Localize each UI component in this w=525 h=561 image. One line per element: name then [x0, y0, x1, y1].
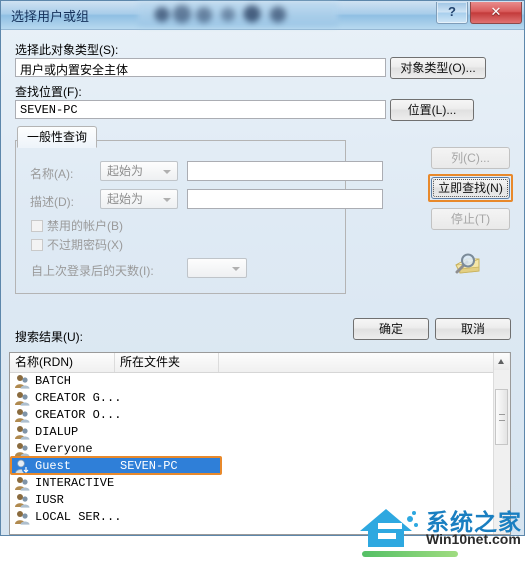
- columns-button[interactable]: 列(C)...: [431, 147, 510, 169]
- object-types-button[interactable]: 对象类型(O)...: [390, 57, 486, 79]
- find-now-button[interactable]: 立即查找(N): [431, 177, 510, 199]
- group-icon: [14, 408, 31, 423]
- group-icon: [14, 476, 31, 491]
- description-label: 描述(D):: [30, 195, 74, 209]
- watermark: 系统之家 Win10net.com: [356, 499, 524, 561]
- column-header-name[interactable]: 名称(RDN): [10, 353, 115, 372]
- focus-ring: [433, 179, 508, 197]
- scrollbar-thumb[interactable]: [495, 389, 508, 445]
- group-icon: [14, 374, 31, 389]
- user-icon: [14, 459, 31, 474]
- chevron-down-icon: [163, 198, 171, 202]
- name-input[interactable]: [187, 161, 383, 181]
- group-icon: [14, 425, 31, 440]
- chevron-down-icon: [232, 267, 240, 271]
- grip-icon: [499, 414, 505, 421]
- row-name: CREATOR G...: [35, 391, 122, 405]
- tab-common-queries[interactable]: 一般性查询: [17, 126, 98, 148]
- description-condition-value: 起始为: [107, 192, 144, 206]
- search-results-label: 搜索结果(U):: [15, 330, 83, 344]
- group-icon: [14, 442, 31, 457]
- row-name: DIALUP: [35, 425, 79, 439]
- object-type-field[interactable]: 用户或内置安全主体: [15, 58, 386, 77]
- group-icon: [14, 493, 31, 508]
- disabled-accounts-label: 禁用的帐户(B): [47, 219, 123, 233]
- title-bar: 选择用户或组 ? ✕: [1, 1, 524, 30]
- row-name: Everyone: [35, 442, 93, 456]
- object-type-label: 选择此对象类型(S):: [15, 43, 119, 57]
- watermark-en-text: Win10net.com: [426, 531, 521, 547]
- chevron-down-icon: [163, 170, 171, 174]
- blurred-title-region: [138, 3, 338, 26]
- name-label: 名称(A):: [30, 167, 74, 181]
- location-field[interactable]: SEVEN-PC: [15, 100, 386, 119]
- non-expiring-password-label: 不过期密码(X): [47, 238, 123, 252]
- row-name: CREATOR O...: [35, 408, 122, 422]
- close-button[interactable]: ✕: [470, 2, 522, 24]
- row-folder: SEVEN-PC: [120, 459, 178, 473]
- row-name: IUSR: [35, 493, 64, 507]
- table-row[interactable]: Everyone: [10, 441, 510, 458]
- column-header-folder[interactable]: 所在文件夹: [115, 353, 219, 372]
- row-name: INTERACTIVE: [35, 476, 115, 490]
- cancel-button[interactable]: 取消: [435, 318, 511, 340]
- table-row[interactable]: DIALUP: [10, 424, 510, 441]
- stop-button[interactable]: 停止(T): [431, 208, 510, 230]
- help-button[interactable]: ?: [436, 2, 468, 24]
- disabled-accounts-checkbox[interactable]: [31, 220, 43, 232]
- description-condition-select[interactable]: 起始为: [100, 189, 178, 209]
- group-icon: [14, 510, 31, 525]
- group-icon: [14, 391, 31, 406]
- dialog-body: 选择此对象类型(S): 用户或内置安全主体 对象类型(O)... 查找位置(F)…: [1, 29, 524, 557]
- magnifier-folder-icon: [447, 250, 481, 278]
- table-row[interactable]: BATCH: [10, 373, 510, 390]
- non-expiring-password-checkbox[interactable]: [31, 239, 43, 251]
- column-header-empty[interactable]: [219, 353, 494, 372]
- table-row[interactable]: Guest SEVEN-PC: [10, 458, 510, 475]
- row-name: BATCH: [35, 374, 72, 388]
- table-row[interactable]: CREATOR O...: [10, 407, 510, 424]
- row-name: Guest: [35, 459, 72, 473]
- description-input[interactable]: [187, 189, 383, 209]
- location-label: 查找位置(F):: [15, 85, 82, 99]
- window-title: 选择用户或组: [11, 9, 90, 24]
- watermark-bar: [362, 551, 458, 557]
- name-condition-select[interactable]: 起始为: [100, 161, 178, 181]
- table-row[interactable]: CREATOR G...: [10, 390, 510, 407]
- days-since-logon-select[interactable]: [187, 258, 247, 278]
- scroll-up-button[interactable]: [494, 353, 509, 370]
- days-since-logon-label: 自上次登录后的天数(I):: [31, 264, 154, 278]
- table-row[interactable]: INTERACTIVE: [10, 475, 510, 492]
- ok-button[interactable]: 确定: [353, 318, 429, 340]
- location-button[interactable]: 位置(L)...: [390, 99, 474, 121]
- row-name: LOCAL SER...: [35, 510, 122, 524]
- select-users-or-groups-dialog: 选择用户或组 ? ✕ 选择此对象类型(S): 用户或内置安全主体 对象类型(O)…: [0, 0, 525, 557]
- name-condition-value: 起始为: [107, 164, 144, 178]
- chevron-up-icon: [498, 359, 504, 364]
- results-column-header: 名称(RDN) 所在文件夹: [10, 353, 510, 373]
